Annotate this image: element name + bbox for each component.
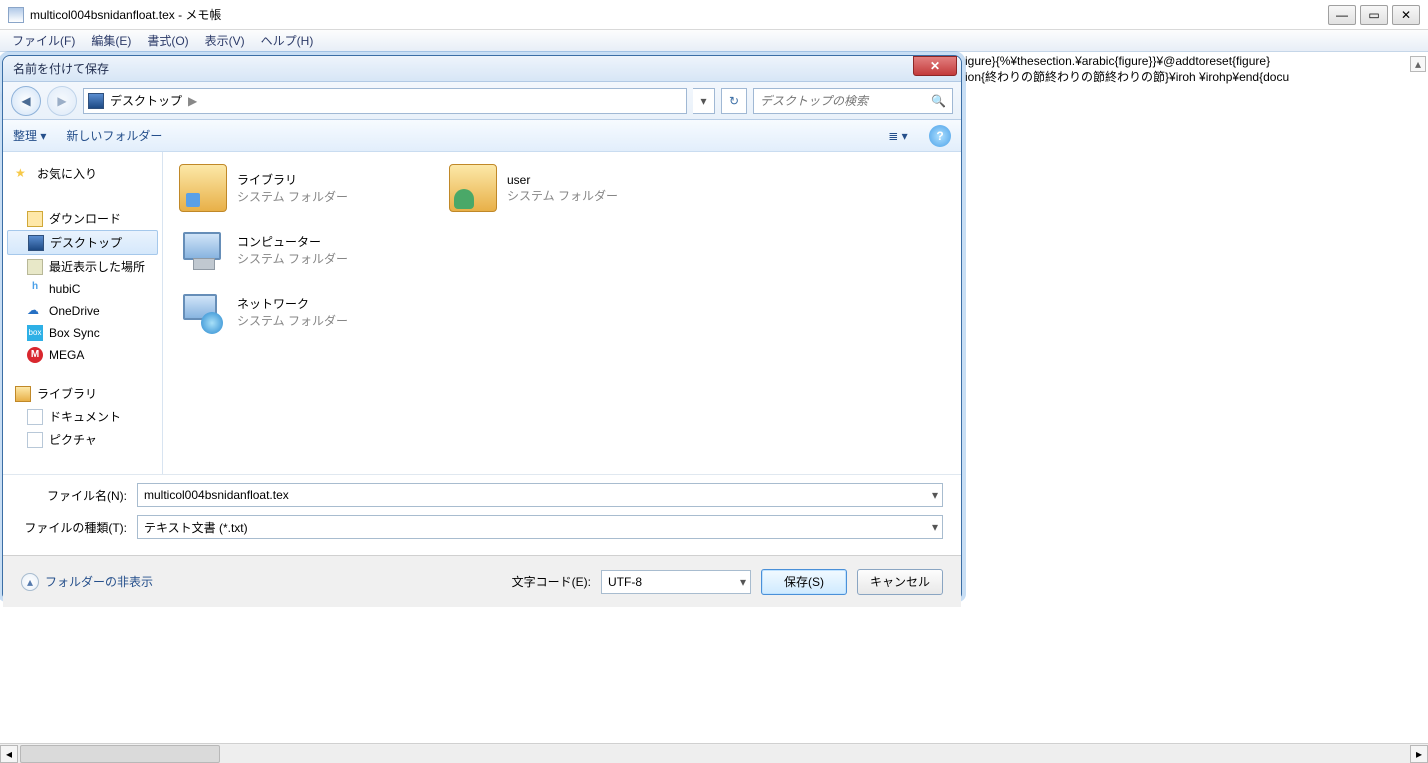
chevron-down-icon[interactable]: ▾ bbox=[932, 488, 938, 502]
save-as-dialog: 名前を付けて保存 ✕ ◀ ▶ デスクトップ ▶ ▾ ↻ 🔍 整理 ▾ 新しいフォ… bbox=[2, 55, 962, 598]
breadcrumb-dropdown-button[interactable]: ▾ bbox=[693, 88, 715, 114]
desktop-icon bbox=[28, 235, 44, 251]
file-list-area[interactable]: ライブラリシステム フォルダー userシステム フォルダー コンピューターシス… bbox=[163, 152, 961, 474]
desktop-icon bbox=[88, 93, 104, 109]
libraries-folder-icon bbox=[179, 164, 227, 212]
filetype-label: ファイルの種類(T): bbox=[21, 519, 127, 536]
libraries-icon bbox=[15, 386, 31, 402]
hscroll-track[interactable] bbox=[18, 745, 1410, 763]
refresh-button[interactable]: ↻ bbox=[721, 88, 747, 114]
tree-item-placeholder[interactable] bbox=[3, 185, 162, 207]
dialog-close-button[interactable]: ✕ bbox=[913, 56, 957, 76]
dialog-toolbar: 整理 ▾ 新しいフォルダー ≣ ▾ ? bbox=[3, 120, 961, 152]
menu-edit[interactable]: 編集(E) bbox=[83, 32, 139, 49]
tree-item-downloads[interactable]: ダウンロード bbox=[3, 207, 162, 230]
menu-view[interactable]: 表示(V) bbox=[197, 32, 253, 49]
hscroll-thumb[interactable] bbox=[20, 745, 220, 763]
computer-icon bbox=[179, 226, 227, 274]
search-input[interactable] bbox=[760, 94, 931, 108]
user-folder-icon bbox=[449, 164, 497, 212]
navigation-tree[interactable]: ★お気に入り ダウンロード デスクトップ 最近表示した場所 hhubiC ☁On… bbox=[3, 152, 163, 474]
organize-menu[interactable]: 整理 ▾ bbox=[13, 127, 46, 144]
tree-item-hubic[interactable]: hhubiC bbox=[3, 278, 162, 300]
network-icon bbox=[179, 288, 227, 336]
blank-icon bbox=[27, 188, 43, 204]
hide-folders-toggle[interactable]: ▴ フォルダーの非表示 bbox=[21, 573, 153, 591]
recent-places-icon bbox=[27, 259, 43, 275]
help-button[interactable]: ? bbox=[929, 125, 951, 147]
documents-icon bbox=[27, 409, 43, 425]
breadcrumb-chevron-icon[interactable]: ▶ bbox=[188, 94, 197, 108]
encoding-label: 文字コード(E): bbox=[512, 573, 591, 590]
tree-item-recent[interactable]: 最近表示した場所 bbox=[3, 255, 162, 278]
encoding-select[interactable]: UTF-8 ▾ bbox=[601, 570, 751, 594]
list-item-user[interactable]: userシステム フォルダー bbox=[447, 162, 697, 214]
dialog-footer: ▴ フォルダーの非表示 文字コード(E): UTF-8 ▾ 保存(S) キャンセ… bbox=[3, 555, 961, 607]
mega-icon: M bbox=[27, 347, 43, 363]
nav-forward-button[interactable]: ▶ bbox=[47, 86, 77, 116]
collapse-arrow-icon: ▴ bbox=[21, 573, 39, 591]
tree-item-desktop[interactable]: デスクトップ bbox=[7, 230, 158, 255]
dialog-titlebar: 名前を付けて保存 ✕ bbox=[3, 56, 961, 82]
code-line-2: ion{終わりの節終わりの節終わりの節}¥iroh ¥irohp¥end{doc… bbox=[965, 70, 1418, 86]
scroll-up-arrow-icon[interactable]: ▴ bbox=[1410, 56, 1426, 72]
star-icon: ★ bbox=[15, 166, 31, 182]
chevron-down-icon[interactable]: ▾ bbox=[932, 520, 938, 534]
downloads-icon bbox=[27, 211, 43, 227]
horizontal-scrollbar[interactable]: ◂ ▸ bbox=[0, 743, 1428, 763]
tree-favorites-header[interactable]: ★お気に入り bbox=[3, 162, 162, 185]
new-folder-button[interactable]: 新しいフォルダー bbox=[66, 127, 162, 144]
list-item-computer[interactable]: コンピューターシステム フォルダー bbox=[177, 224, 427, 276]
tree-item-documents[interactable]: ドキュメント bbox=[3, 405, 162, 428]
tree-item-pictures[interactable]: ピクチャ bbox=[3, 428, 162, 451]
chevron-down-icon[interactable]: ▾ bbox=[740, 575, 746, 589]
tree-item-onedrive[interactable]: ☁OneDrive bbox=[3, 300, 162, 322]
scroll-right-arrow-icon[interactable]: ▸ bbox=[1410, 745, 1428, 763]
list-item-libraries[interactable]: ライブラリシステム フォルダー bbox=[177, 162, 427, 214]
scroll-left-arrow-icon[interactable]: ◂ bbox=[0, 745, 18, 763]
encoding-value: UTF-8 bbox=[608, 575, 642, 589]
pictures-icon bbox=[27, 432, 43, 448]
code-line-1: igure}{%¥thesection.¥arabic{figure}}¥@ad… bbox=[965, 54, 1418, 70]
maximize-button[interactable]: ▭ bbox=[1360, 5, 1388, 25]
box-icon: box bbox=[27, 325, 43, 341]
search-icon[interactable]: 🔍 bbox=[931, 94, 946, 108]
tree-item-boxsync[interactable]: boxBox Sync bbox=[3, 322, 162, 344]
tree-libraries-header[interactable]: ライブラリ bbox=[3, 382, 162, 405]
menu-format[interactable]: 書式(O) bbox=[139, 32, 196, 49]
filename-combobox[interactable]: multicol004bsnidanfloat.tex ▾ bbox=[137, 483, 943, 507]
dialog-body: ★お気に入り ダウンロード デスクトップ 最近表示した場所 hhubiC ☁On… bbox=[3, 152, 961, 474]
tree-item-mega[interactable]: MMEGA bbox=[3, 344, 162, 366]
notepad-title: multicol004bsnidanfloat.tex - メモ帳 bbox=[30, 6, 1328, 23]
navigation-bar: ◀ ▶ デスクトップ ▶ ▾ ↻ 🔍 bbox=[3, 82, 961, 120]
menu-file[interactable]: ファイル(F) bbox=[4, 32, 83, 49]
dialog-title: 名前を付けて保存 bbox=[13, 60, 109, 77]
notepad-titlebar: multicol004bsnidanfloat.tex - メモ帳 ― ▭ ✕ bbox=[0, 0, 1428, 30]
notepad-icon bbox=[8, 7, 24, 23]
onedrive-icon: ☁ bbox=[27, 303, 43, 319]
visible-text-right: igure}{%¥thesection.¥arabic{figure}}¥@ad… bbox=[965, 54, 1418, 85]
filetype-value: テキスト文書 (*.txt) bbox=[144, 519, 248, 536]
cancel-button[interactable]: キャンセル bbox=[857, 569, 943, 595]
search-box[interactable]: 🔍 bbox=[753, 88, 953, 114]
filename-value[interactable]: multicol004bsnidanfloat.tex bbox=[144, 488, 289, 502]
minimize-button[interactable]: ― bbox=[1328, 5, 1356, 25]
dialog-fields: ファイル名(N): multicol004bsnidanfloat.tex ▾ … bbox=[3, 474, 961, 555]
menubar: ファイル(F) 編集(E) 書式(O) 表示(V) ヘルプ(H) bbox=[0, 30, 1428, 52]
filetype-combobox[interactable]: テキスト文書 (*.txt) ▾ bbox=[137, 515, 943, 539]
breadcrumb-location[interactable]: デスクトップ bbox=[110, 92, 182, 109]
filename-label: ファイル名(N): bbox=[21, 487, 127, 504]
hubic-icon: h bbox=[27, 281, 43, 297]
menu-help[interactable]: ヘルプ(H) bbox=[253, 32, 322, 49]
breadcrumb[interactable]: デスクトップ ▶ bbox=[83, 88, 687, 114]
nav-back-button[interactable]: ◀ bbox=[11, 86, 41, 116]
view-options-button[interactable]: ≣ ▾ bbox=[887, 125, 909, 147]
save-button[interactable]: 保存(S) bbox=[761, 569, 847, 595]
list-item-network[interactable]: ネットワークシステム フォルダー bbox=[177, 286, 947, 338]
close-button[interactable]: ✕ bbox=[1392, 5, 1420, 25]
